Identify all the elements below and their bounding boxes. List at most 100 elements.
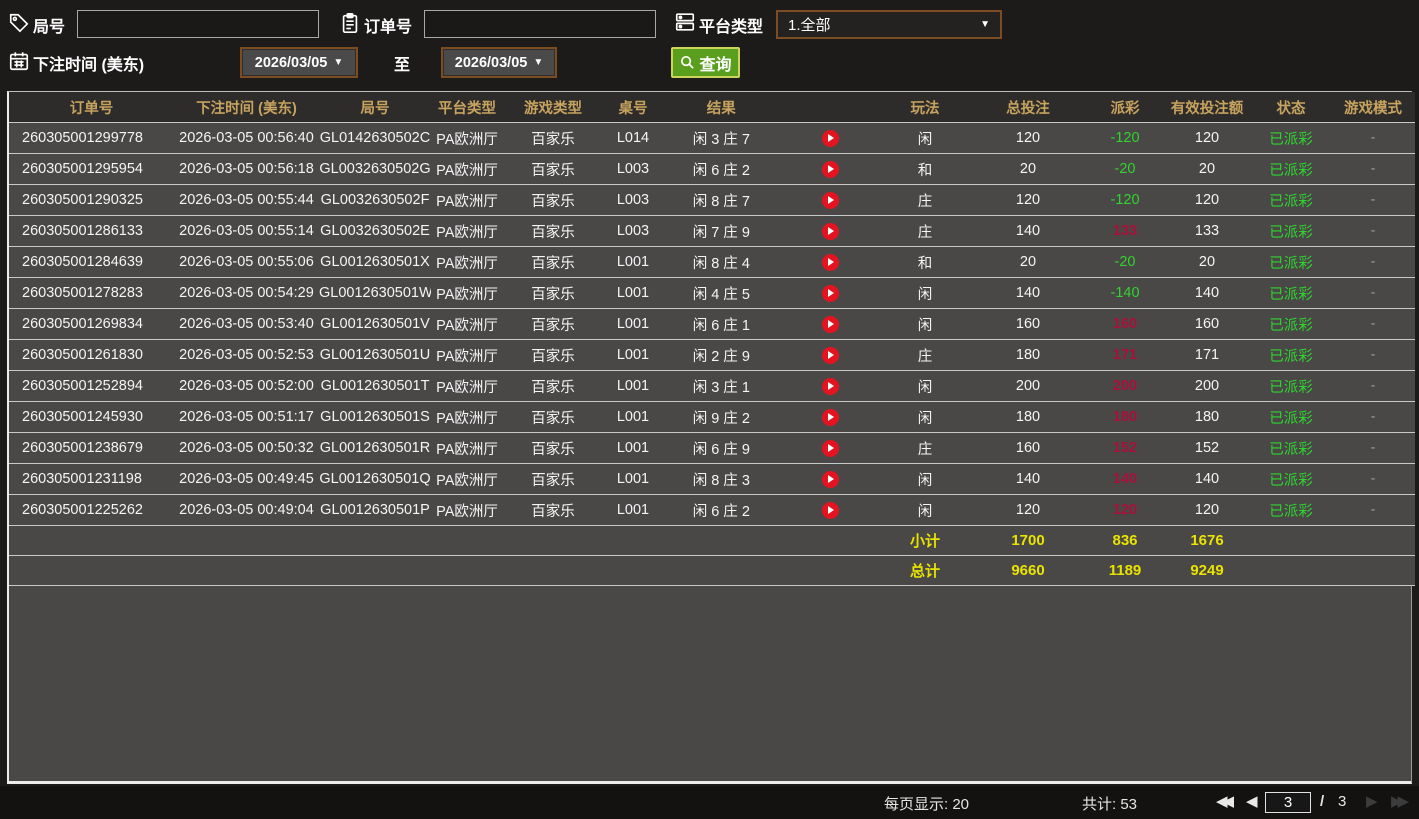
date-to-picker[interactable]: 2026/03/05 ▼ [441,47,557,78]
cell-payout: 152 [1087,433,1163,464]
prev-page-button[interactable]: ◀ [1246,792,1253,810]
round-no-input[interactable] [77,10,319,38]
cell-bet_time: 2026-03-05 00:53:40 [174,309,319,340]
date-from-value: 2026/03/05 [255,55,328,71]
cell-table_no: L001 [603,433,663,464]
play-video-button[interactable] [822,378,839,395]
platform-type-dropdown[interactable]: 1.全部 ▼ [776,10,1002,39]
cell-status: 已派彩 [1251,185,1331,216]
next-page-button[interactable]: ▶ [1366,792,1373,810]
cell-order_no: 260305001238679 [9,433,174,464]
cell-valid_bet: 171 [1163,340,1251,371]
play-video-button[interactable] [822,347,839,364]
cell-status: 已派彩 [1251,340,1331,371]
cell-valid_bet: 120 [1163,123,1251,154]
cell-payout: -20 [1087,154,1163,185]
play-video-button[interactable] [822,316,839,333]
per-page-label: 每页显示: 20 [884,793,969,814]
cell-result: 闲 2 庄 9 [663,340,881,371]
play-icon [828,351,834,359]
play-video-button[interactable] [822,192,839,209]
play-video-button[interactable] [822,254,839,271]
column-header-table_no: 桌号 [603,92,663,123]
cell-play: 庄 [881,185,969,216]
cell-game_type: 百家乐 [503,216,603,247]
cell-total_bet: 160 [969,433,1087,464]
cell-table_no: L003 [603,185,663,216]
play-icon [828,444,834,452]
empty-cell [431,526,503,556]
cell-round_no: GL0032630502E [319,216,431,247]
play-icon [828,227,834,235]
table-row: 2603050012386792026-03-05 00:50:32GL0012… [9,433,1415,464]
empty-cell [9,556,174,586]
cell-result: 闲 9 庄 2 [663,402,881,433]
bet-records-table: 订单号下注时间 (美东)局号平台类型游戏类型桌号结果玩法总投注派彩有效投注额状态… [7,91,1412,784]
empty-cell [174,556,319,586]
cell-payout: 140 [1087,464,1163,495]
play-video-button[interactable] [822,223,839,240]
play-video-button[interactable] [822,130,839,147]
cell-play: 庄 [881,433,969,464]
cell-round_no: GL0032630502G [319,154,431,185]
cell-order_no: 260305001278283 [9,278,174,309]
cell-bet_time: 2026-03-05 00:51:17 [174,402,319,433]
cell-game_type: 百家乐 [503,247,603,278]
subtotal-payout: 836 [1087,526,1163,556]
cell-platform: PA欧洲厅 [431,123,503,154]
last-page-button[interactable]: ▶▶ [1391,792,1404,810]
current-page-input[interactable]: 3 [1265,792,1311,813]
cell-result: 闲 6 庄 2 [663,495,881,526]
cell-valid_bet: 180 [1163,402,1251,433]
play-video-button[interactable] [822,502,839,519]
cell-valid_bet: 120 [1163,495,1251,526]
column-header-status: 状态 [1251,92,1331,123]
play-icon [828,289,834,297]
play-video-button[interactable] [822,285,839,302]
play-icon [828,165,834,173]
play-video-button[interactable] [822,161,839,178]
cell-platform: PA欧洲厅 [431,185,503,216]
cell-payout: -120 [1087,185,1163,216]
cell-order_no: 260305001231198 [9,464,174,495]
empty-cell [503,556,603,586]
cell-result: 闲 6 庄 1 [663,309,881,340]
empty-cell [503,526,603,556]
date-from-picker[interactable]: 2026/03/05 ▼ [240,47,358,78]
cell-game_type: 百家乐 [503,309,603,340]
cell-platform: PA欧洲厅 [431,495,503,526]
cell-platform: PA欧洲厅 [431,278,503,309]
cell-game_type: 百家乐 [503,464,603,495]
cell-total_bet: 180 [969,402,1087,433]
query-button[interactable]: 查询 [671,47,740,78]
play-video-button[interactable] [822,409,839,426]
subtotal-total-bet: 1700 [969,526,1087,556]
cell-result: 闲 3 庄 7 [663,123,881,154]
play-icon [828,320,834,328]
cell-valid_bet: 20 [1163,154,1251,185]
cell-game_mode: - [1331,278,1415,309]
table-row: 2603050012903252026-03-05 00:55:44GL0032… [9,185,1415,216]
cell-valid_bet: 120 [1163,185,1251,216]
play-video-button[interactable] [822,440,839,457]
cell-order_no: 260305001290325 [9,185,174,216]
round-no-label: 局号 [33,13,65,37]
cell-game_type: 百家乐 [503,278,603,309]
table-row: 2603050012459302026-03-05 00:51:17GL0012… [9,402,1415,433]
order-no-input[interactable] [424,10,656,38]
cell-valid_bet: 160 [1163,309,1251,340]
play-video-button[interactable] [822,471,839,488]
empty-cell [1331,556,1415,586]
first-page-button[interactable]: ◀◀ [1216,792,1229,810]
cell-total_bet: 120 [969,495,1087,526]
cell-play: 闲 [881,495,969,526]
total-total-bet: 9660 [969,556,1087,586]
bet-time-label: 下注时间 (美东) [33,51,144,75]
cell-game_mode: - [1331,123,1415,154]
empty-cell [603,556,663,586]
cell-round_no: GL0012630501U [319,340,431,371]
column-header-game_mode: 游戏模式 [1331,92,1415,123]
play-icon [828,258,834,266]
cell-round_no: GL0012630501T [319,371,431,402]
cell-valid_bet: 200 [1163,371,1251,402]
